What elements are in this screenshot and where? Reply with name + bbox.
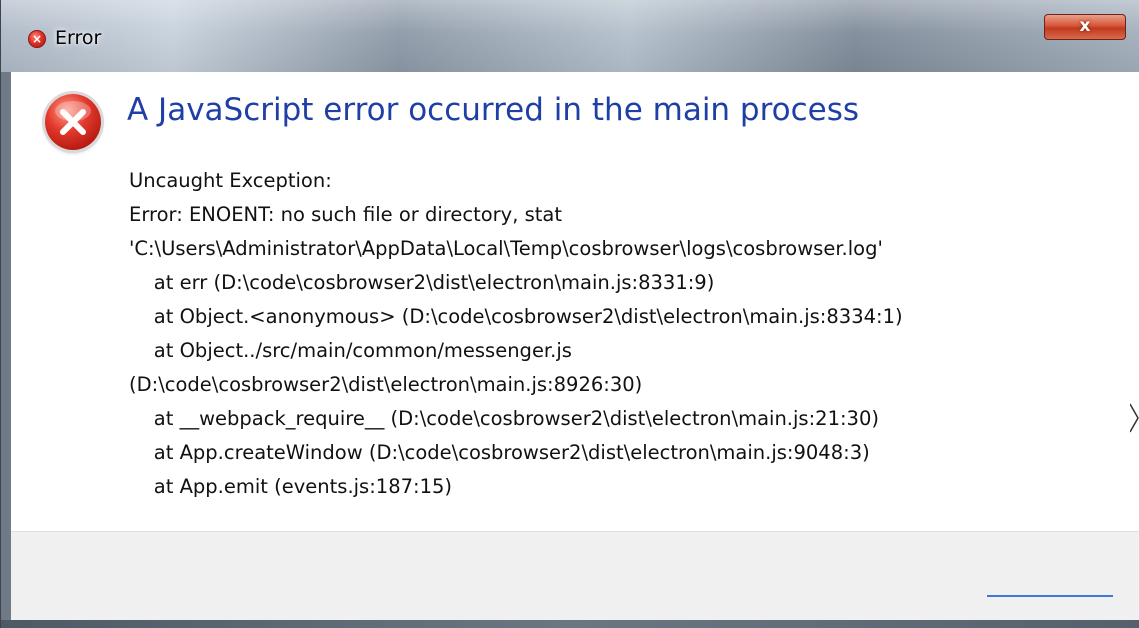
dialog-footer [11, 531, 1139, 620]
message-line: at App.emit (events.js:187:15) [129, 475, 452, 498]
message-line: (D:\code\cosbrowser2\dist\electron\main.… [129, 373, 643, 396]
message-line: Error: ENOENT: no such file or directory… [129, 203, 563, 226]
window-title: Error [55, 27, 102, 49]
text-cursor-icon [1130, 403, 1139, 433]
error-icon [45, 94, 101, 150]
title-bar[interactable]: × Error x [1, 0, 1139, 72]
error-message: Uncaught Exception: Error: ENOENT: no su… [129, 164, 903, 504]
message-line: at err (D:\code\cosbrowser2\dist\electro… [129, 271, 715, 294]
message-line: at App.createWindow (D:\code\cosbrowser2… [129, 441, 870, 464]
message-line: 'C:\Users\Administrator\AppData\Local\Te… [129, 237, 883, 260]
error-small-icon: × [28, 30, 46, 48]
error-heading: A JavaScript error occurred in the main … [127, 92, 860, 128]
message-line: at Object../src/main/common/messenger.js [129, 339, 572, 362]
close-button[interactable]: x [1044, 14, 1126, 40]
error-dialog-window: × Error x A JavaScript error occurred in… [0, 0, 1139, 628]
window-bottom-border [1, 620, 1139, 628]
message-line: Uncaught Exception: [129, 169, 332, 192]
message-line: at Object.<anonymous> (D:\code\cosbrowse… [129, 305, 903, 328]
message-line: at __webpack_require__ (D:\code\cosbrows… [129, 407, 879, 430]
dialog-content: A JavaScript error occurred in the main … [11, 72, 1139, 531]
footer-button-underline[interactable] [987, 595, 1113, 597]
